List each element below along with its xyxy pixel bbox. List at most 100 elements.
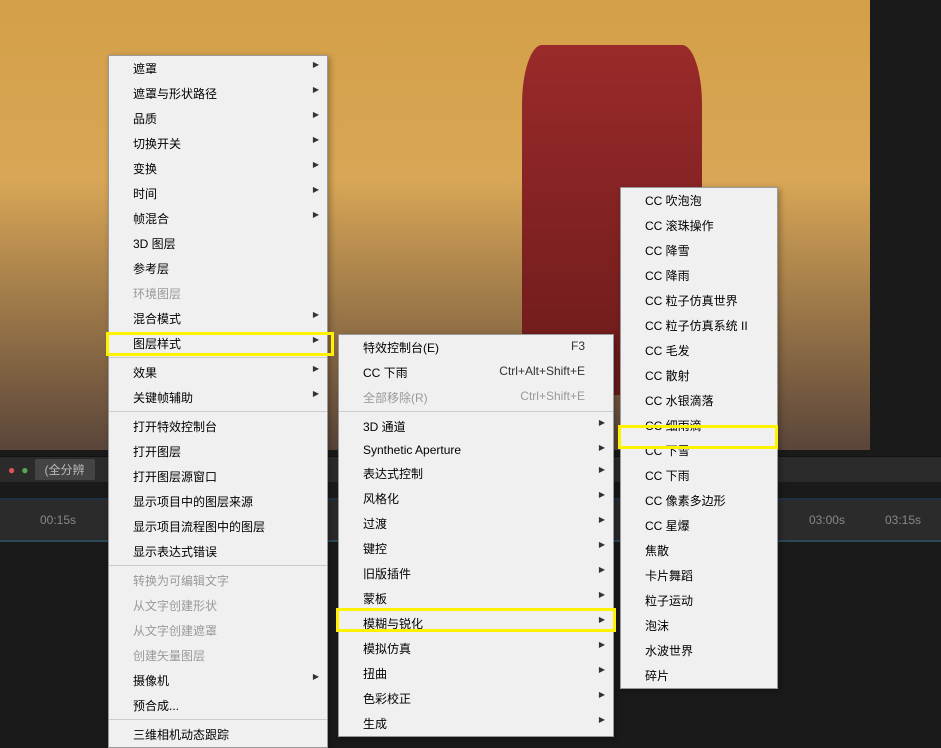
menu-item-label: CC 下雪 (645, 444, 690, 458)
menu-item-label: 时间 (133, 187, 157, 201)
menu-item[interactable]: 混合模式 (109, 306, 327, 331)
menu-item[interactable]: 变换 (109, 156, 327, 181)
menu-item-label: 遮罩 (133, 62, 157, 76)
menu-item[interactable]: 特效控制台(E) F3 (339, 335, 613, 360)
submenu-simulation: CC 吹泡泡 CC 滚珠操作CC 降雪CC 降雨CC 粒子仿真世界 CC 粒子仿真系… (620, 187, 778, 689)
menu-item-label: 混合模式 (133, 312, 181, 326)
menu-item[interactable]: 显示项目中的图层来源 (109, 489, 327, 514)
menu-item[interactable]: 蒙板 (339, 586, 613, 611)
menu-item-label: 遮罩与形状路径 (133, 87, 217, 101)
menu-item-shortcut: F3 (571, 339, 585, 353)
menu-item[interactable]: CC 星爆 (621, 513, 773, 538)
menu-item[interactable]: CC 下雨 (621, 463, 773, 488)
menu-item-label: CC 下雨 (363, 366, 408, 380)
menu-item[interactable]: CC 水银滴落 (621, 388, 773, 413)
menu-item[interactable]: 过渡 (339, 511, 613, 536)
menu-item[interactable]: CC 像素多边形 (621, 488, 773, 513)
zoom-dropdown[interactable]: (全分辨 (35, 459, 95, 480)
menu-item[interactable]: 打开图层 (109, 439, 327, 464)
menu-item-label: 关键帧辅助 (133, 391, 193, 405)
menu-item-label: 旧版插件 (363, 567, 411, 581)
menu-item-label: 全部移除(R) (363, 391, 428, 405)
menu-item-label: CC 散射 (645, 369, 690, 383)
menu-item[interactable]: 卡片舞蹈 (621, 563, 773, 588)
menu-item-label: Synthetic Aperture (363, 443, 461, 457)
menu-item[interactable]: 三维相机动态跟踪 (109, 722, 327, 747)
menu-item[interactable]: 时间 (109, 181, 327, 206)
menu-item-label: 特效控制台(E) (363, 341, 439, 355)
menu-item[interactable]: 遮罩与形状路径 (109, 81, 327, 106)
menu-item: 转换为可编辑文字 (109, 568, 327, 593)
menu-item[interactable]: CC 粒子仿真世界 (621, 288, 773, 313)
menu-item[interactable]: 碎片 (621, 663, 773, 688)
menu-item[interactable]: 模拟仿真 (339, 636, 613, 661)
menu-item-label: CC 下雨 (645, 469, 690, 483)
menu-item[interactable]: 3D 图层 (109, 231, 327, 256)
menu-item[interactable]: 焦散 (621, 538, 773, 563)
menu-item[interactable]: CC 毛发 (621, 338, 773, 363)
menu-item-label: CC 毛发 (645, 344, 690, 358)
menu-item[interactable]: 切换开关 (109, 131, 327, 156)
menu-item-label: 键控 (363, 542, 387, 556)
menu-item[interactable]: CC 降雨 (621, 263, 773, 288)
menu-item[interactable]: 泡沫 (621, 613, 773, 638)
menu-item-label: CC 细雨滴 (645, 419, 702, 433)
menu-item[interactable]: Synthetic Aperture (339, 439, 613, 461)
menu-item-label: 图层样式 (133, 337, 181, 351)
menu-item-label: 蒙板 (363, 592, 387, 606)
timeline-tick: 03:15s (885, 513, 921, 527)
menu-item[interactable]: CC 降雪 (621, 238, 773, 263)
menu-item[interactable]: 品质 (109, 106, 327, 131)
menu-item[interactable]: 显示项目流程图中的图层 (109, 514, 327, 539)
menu-item-label: 水波世界 (645, 644, 693, 658)
menu-item-label: 打开图层源窗口 (133, 470, 217, 484)
context-menu-layer: 遮罩遮罩与形状路径品质切换开关变换时间帧混合 3D 图层参考层环境图层混合模式图层… (108, 55, 328, 748)
timeline-tick: 00:15s (40, 513, 76, 527)
menu-item[interactable]: 生成 (339, 711, 613, 736)
menu-item[interactable]: CC 下雪 (621, 438, 773, 463)
menu-item-label: 3D 通道 (363, 420, 406, 434)
menu-item[interactable]: 摄像机 (109, 668, 327, 693)
menu-item[interactable]: 表达式控制 (339, 461, 613, 486)
menu-item[interactable]: 粒子运动 (621, 588, 773, 613)
menu-item[interactable]: 图层样式 (109, 331, 327, 358)
menu-item-label: 三维相机动态跟踪 (133, 728, 229, 742)
menu-item-label: CC 粒子仿真系统 II (645, 319, 748, 333)
menu-item-label: 转换为可编辑文字 (133, 574, 229, 588)
menu-item-label: 效果 (133, 366, 157, 380)
menu-item-label: 打开图层 (133, 445, 181, 459)
menu-item[interactable]: CC 细雨滴 (621, 413, 773, 438)
menu-item[interactable]: 模糊与锐化 (339, 611, 613, 636)
menu-item[interactable]: CC 下雨Ctrl+Alt+Shift+E (339, 360, 613, 385)
menu-item[interactable]: 打开图层源窗口 (109, 464, 327, 489)
menu-item[interactable]: 水波世界 (621, 638, 773, 663)
menu-item-label: 色彩校正 (363, 692, 411, 706)
menu-item: 创建矢量图层 (109, 643, 327, 668)
menu-item[interactable]: 参考层 (109, 256, 327, 281)
menu-item-label: 从文字创建形状 (133, 599, 217, 613)
menu-item[interactable]: 显示表达式错误 (109, 539, 327, 566)
menu-item[interactable]: 关键帧辅助 (109, 385, 327, 412)
menu-item[interactable]: 旧版插件 (339, 561, 613, 586)
menu-item[interactable]: 遮罩 (109, 56, 327, 81)
menu-item[interactable]: 3D 通道 (339, 414, 613, 439)
menu-item: 环境图层 (109, 281, 327, 306)
menu-item[interactable]: 打开特效控制台 (109, 414, 327, 439)
menu-item[interactable]: 键控 (339, 536, 613, 561)
menu-item-label: CC 吹泡泡 (645, 194, 702, 208)
menu-item[interactable]: 扭曲 (339, 661, 613, 686)
menu-item[interactable]: CC 滚珠操作 (621, 213, 773, 238)
menu-item-label: 显示表达式错误 (133, 545, 217, 559)
menu-item[interactable]: CC 吹泡泡 (621, 188, 773, 213)
menu-item[interactable]: CC 散射 (621, 363, 773, 388)
menu-item[interactable]: 色彩校正 (339, 686, 613, 711)
menu-item[interactable]: CC 粒子仿真系统 II (621, 313, 773, 338)
menu-item[interactable]: 风格化 (339, 486, 613, 511)
menu-item-label: 3D 图层 (133, 237, 176, 251)
menu-item[interactable]: 预合成... (109, 693, 327, 720)
menu-item[interactable]: 效果 (109, 360, 327, 385)
menu-item: 从文字创建遮罩 (109, 618, 327, 643)
menu-item: 全部移除(R)Ctrl+Shift+E (339, 385, 613, 412)
menu-item[interactable]: 帧混合 (109, 206, 327, 231)
menu-item-label: 扭曲 (363, 667, 387, 681)
